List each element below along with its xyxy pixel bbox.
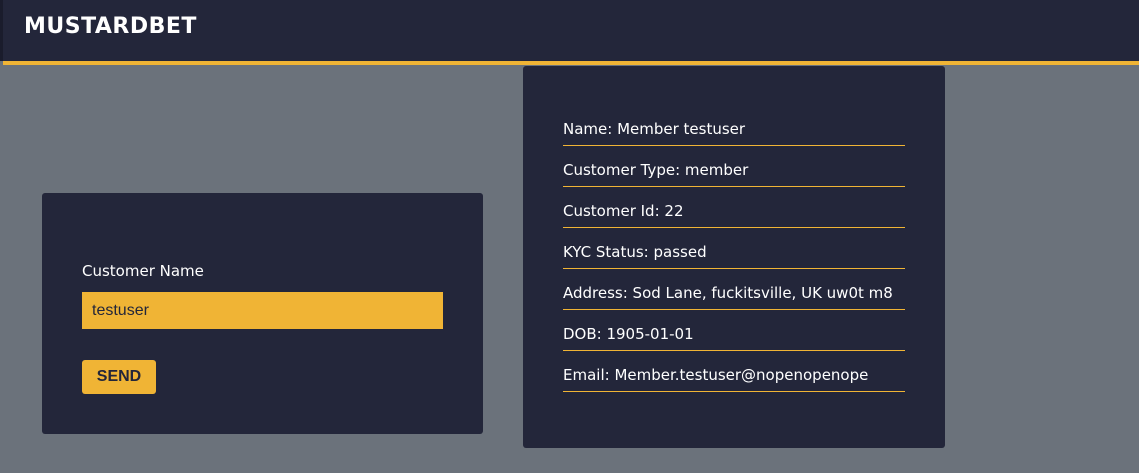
info-address: Address: Sod Lane, fuckitsville, UK uw0t… [563, 269, 905, 310]
customer-search-card: Customer Name SEND [42, 193, 483, 434]
info-email: Email: Member.testuser@nopenopenope [563, 351, 905, 392]
info-customer-type-text: Customer Type: member [563, 161, 749, 179]
info-customer-id-text: Customer Id: 22 [563, 202, 684, 220]
brand-logo[interactable]: MUSTARDBET [24, 14, 197, 39]
info-email-text: Email: Member.testuser@nopenopenope [563, 366, 869, 384]
send-button[interactable]: SEND [82, 360, 156, 394]
customer-info-card: Name: Member testuser Customer Type: mem… [523, 66, 945, 448]
info-kyc-status-text: KYC Status: passed [563, 243, 707, 261]
info-name: Name: Member testuser [563, 118, 905, 146]
info-dob-text: DOB: 1905-01-01 [563, 325, 694, 343]
customer-name-input[interactable] [82, 292, 443, 329]
info-customer-type: Customer Type: member [563, 146, 905, 187]
customer-name-label: Customer Name [82, 262, 204, 280]
customer-info-list: Name: Member testuser Customer Type: mem… [563, 118, 905, 392]
header-accent-bar [3, 61, 1139, 65]
info-kyc-status: KYC Status: passed [563, 228, 905, 269]
info-name-text: Name: Member testuser [563, 120, 746, 138]
info-address-text: Address: Sod Lane, fuckitsville, UK uw0t… [563, 284, 893, 302]
info-dob: DOB: 1905-01-01 [563, 310, 905, 351]
info-customer-id: Customer Id: 22 [563, 187, 905, 228]
top-header: MUSTARDBET [0, 0, 1139, 65]
